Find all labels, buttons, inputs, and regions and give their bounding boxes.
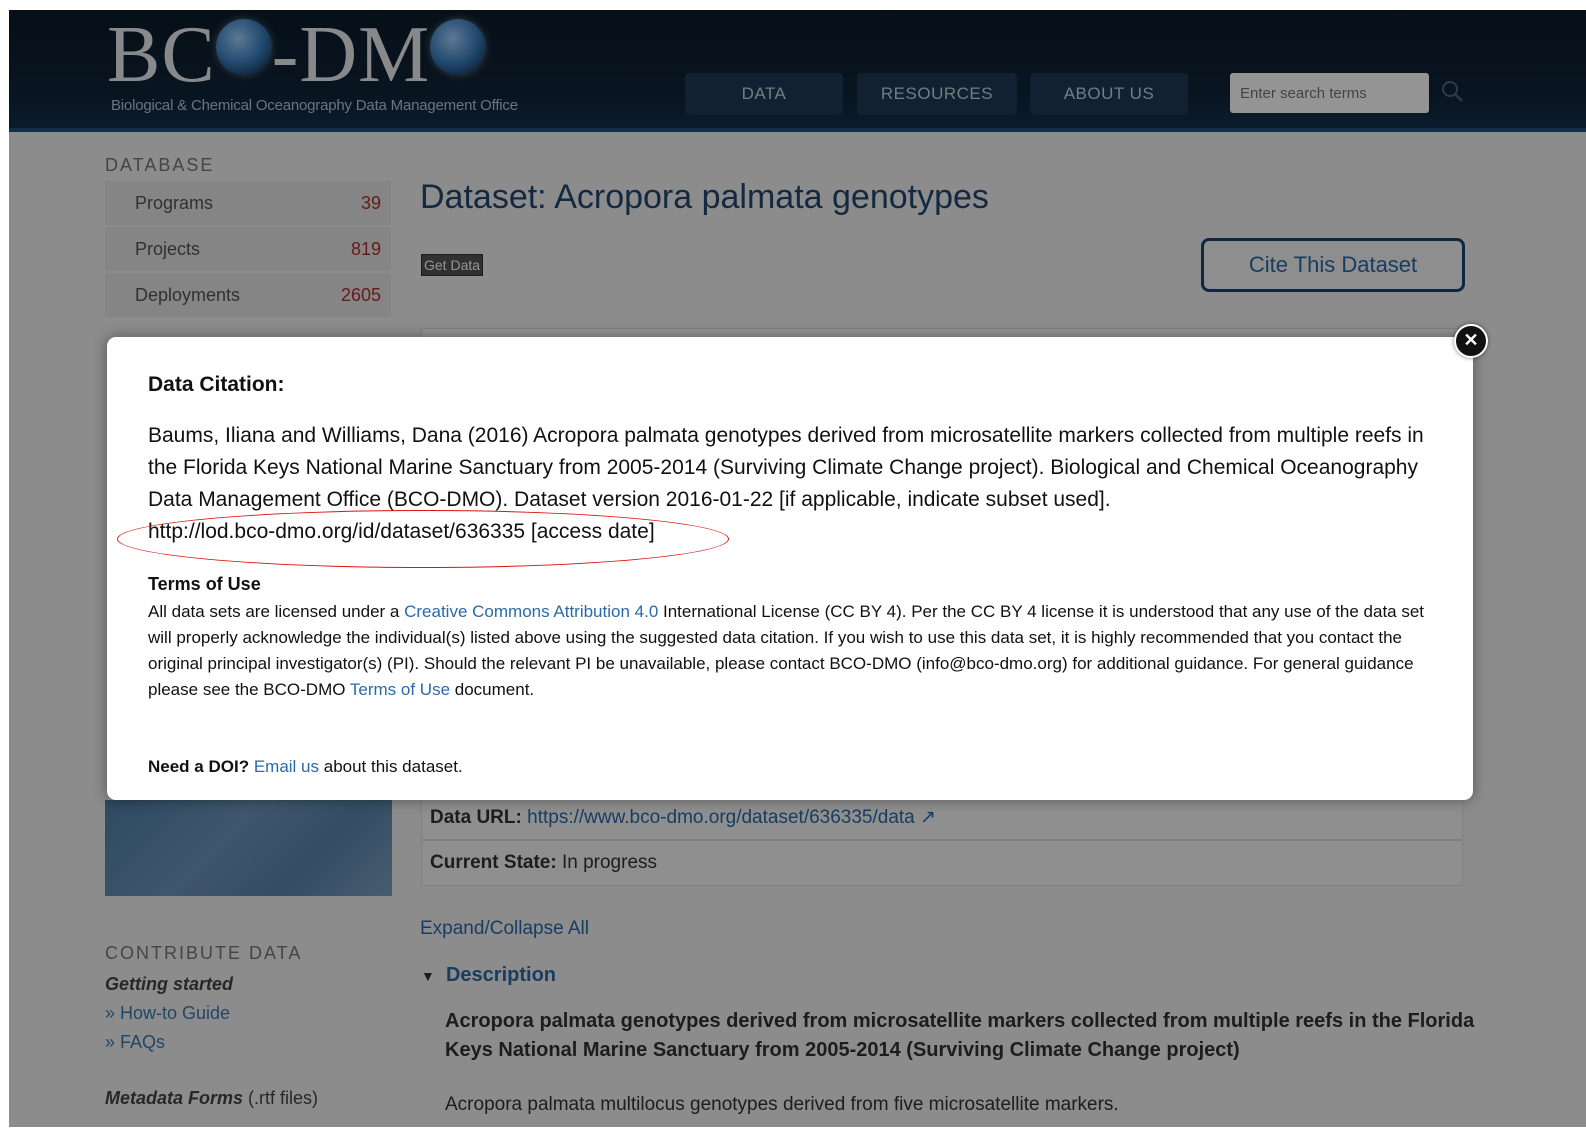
doi-question: Need a DOI? [148,757,250,776]
terms-heading: Terms of Use [148,574,261,594]
citation-modal: Data Citation: Baums, Iliana and William… [107,337,1473,800]
citation-heading: Data Citation: [148,373,285,396]
cc-license-link[interactable]: Creative Commons Attribution 4.0 [404,602,658,621]
close-icon[interactable]: ✕ [1454,324,1488,358]
terms-text: All data sets are licensed under a Creat… [148,599,1448,703]
doi-text: Need a DOI? Email us about this dataset. [148,757,463,777]
highlight-ellipse [117,510,729,568]
terms-part-3: document. [450,680,535,699]
terms-of-use-link[interactable]: Terms of Use [350,680,450,699]
email-us-link[interactable]: Email us [254,757,319,776]
browser-viewport: BC -DM Biological & Chemical Oceanography… [9,10,1586,1127]
citation-body: Baums, Iliana and Williams, Dana (2016) … [148,424,1424,511]
doi-rest: about this dataset. [319,757,463,776]
terms-part-1: All data sets are licensed under a [148,602,405,621]
